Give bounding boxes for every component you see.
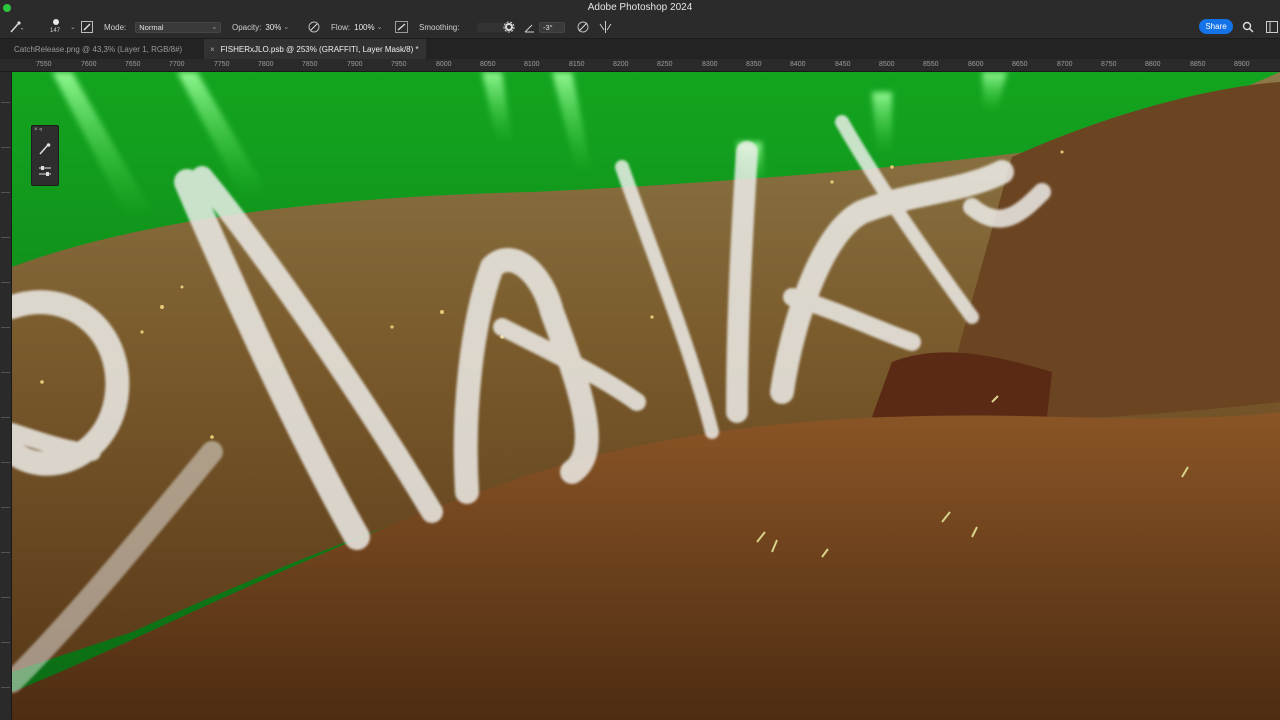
brush-tool-icon[interactable]	[8, 16, 24, 38]
ruler-tick	[1, 597, 10, 598]
ruler-tick-label: 8350	[746, 61, 762, 68]
chevron-down-icon[interactable]: ⌄	[283, 23, 289, 31]
tab-fisherxjlo[interactable]: × FISHERxJLO.psb @ 253% (GRAFFITI, Layer…	[204, 39, 426, 59]
ruler-tick-label: 7750	[214, 61, 230, 68]
brush-preset-picker[interactable]: 147 ⌄	[46, 16, 76, 38]
mode-value: Normal	[139, 22, 164, 32]
ruler-tick-label: 8850	[1190, 61, 1206, 68]
vertical-ruler	[0, 72, 12, 720]
mode-label: Mode:	[104, 22, 127, 32]
tab-label: FISHERxJLO.psb @ 253% (GRAFFITI, Layer M…	[220, 44, 419, 54]
smoothing-label: Smoothing:	[419, 22, 460, 32]
pressure-icon[interactable]	[308, 16, 320, 38]
ruler-tick-label: 8050	[480, 61, 496, 68]
ruler-tick-label: 8000	[436, 61, 452, 68]
ruler-tick-label: 8450	[835, 61, 851, 68]
brush-icon[interactable]	[37, 142, 53, 158]
ruler-tick-label: 8550	[923, 61, 939, 68]
ruler-tick-label: 8300	[702, 61, 718, 68]
chevron-down-icon: ⌄	[211, 24, 218, 31]
ruler-tick-label: 7550	[36, 61, 52, 68]
ruler-tick-label: 8650	[1012, 61, 1028, 68]
pressure-size-icon[interactable]	[577, 16, 590, 38]
ruler-tick-label: 8150	[569, 61, 585, 68]
ruler-tick-label: 8750	[1101, 61, 1117, 68]
airbrush-icon[interactable]	[395, 16, 408, 38]
ruler-tick	[1, 507, 10, 508]
mode-select[interactable]: Normal ⌄	[135, 21, 222, 33]
ruler-tick-label: 8700	[1057, 61, 1073, 68]
tab-catchrelease[interactable]: CatchRelease.png @ 43,3% (Layer 1, RGB/8…	[8, 39, 204, 59]
panel-header[interactable]: × «	[32, 126, 58, 134]
ruler-tick	[1, 192, 10, 193]
flow-value[interactable]: 100%	[354, 23, 374, 32]
artwork	[12, 72, 1280, 720]
opacity-label: Opacity:	[232, 22, 262, 32]
opacity-value[interactable]: 30%	[265, 23, 281, 32]
gear-icon[interactable]	[503, 16, 515, 38]
ruler-tick-label: 7850	[302, 61, 318, 68]
angle-input[interactable]: -3°	[539, 21, 565, 33]
ruler-tick	[1, 282, 10, 283]
search-icon[interactable]	[1242, 16, 1254, 38]
title-bar: Adobe Photoshop 2024	[0, 0, 1280, 16]
workspace-icon[interactable]	[1266, 16, 1278, 38]
ruler-tick	[1, 552, 10, 553]
sliders-icon[interactable]	[37, 164, 53, 180]
ruler-tick-label: 8900	[1234, 61, 1250, 68]
ruler-tick-label: 8500	[879, 61, 895, 68]
ruler-tick	[1, 642, 10, 643]
horizontal-ruler: 7550 7600 7650 7700 7750 7800 7850 7900 …	[0, 59, 1280, 72]
ruler-tick	[1, 102, 10, 103]
contextual-tool-panel[interactable]: × «	[31, 125, 59, 186]
ruler-tick	[1, 687, 10, 688]
ruler-tick-label: 8400	[790, 61, 806, 68]
ruler-tick-label: 8100	[524, 61, 540, 68]
ruler-tick	[1, 372, 10, 373]
document-canvas[interactable]	[12, 72, 1280, 720]
angle-value: -3°	[543, 22, 553, 32]
ruler-tick-label: 7900	[347, 61, 363, 68]
tab-label: CatchRelease.png @ 43,3% (Layer 1, RGB/8…	[14, 44, 183, 54]
ruler-tick	[1, 147, 10, 148]
ruler-tick-label: 7800	[258, 61, 274, 68]
ruler-tick	[1, 237, 10, 238]
ruler-tick-label: 8800	[1145, 61, 1161, 68]
symmetry-icon[interactable]	[599, 16, 612, 38]
angle-icon	[524, 16, 535, 38]
chevron-down-icon[interactable]: ⌄	[377, 23, 383, 31]
document-tabs: CatchRelease.png @ 43,3% (Layer 1, RGB/8…	[0, 39, 1280, 59]
ruler-tick	[1, 462, 10, 463]
ruler-tick	[1, 417, 10, 418]
ruler-tick	[1, 327, 10, 328]
ruler-tick-label: 7650	[125, 61, 141, 68]
brush-size-label: 147	[50, 28, 61, 34]
brush-preset-icon	[53, 19, 59, 25]
close-icon[interactable]: ×	[210, 45, 215, 54]
ruler-tick-label: 8200	[613, 61, 629, 68]
options-bar: 147 ⌄ Mode: Normal ⌄ Opacity: 30% ⌄ Flow…	[0, 16, 1280, 39]
ruler-tick-label: 7950	[391, 61, 407, 68]
share-button[interactable]: Share	[1199, 19, 1233, 34]
app-title: Adobe Photoshop 2024	[587, 2, 693, 13]
ruler-tick-label: 7600	[81, 61, 97, 68]
ruler-tick-label: 7700	[169, 61, 185, 68]
brush-settings-icon[interactable]	[81, 16, 93, 38]
ruler-tick-label: 8600	[968, 61, 984, 68]
ruler-tick-label: 8250	[657, 61, 673, 68]
flow-label: Flow:	[331, 22, 351, 32]
